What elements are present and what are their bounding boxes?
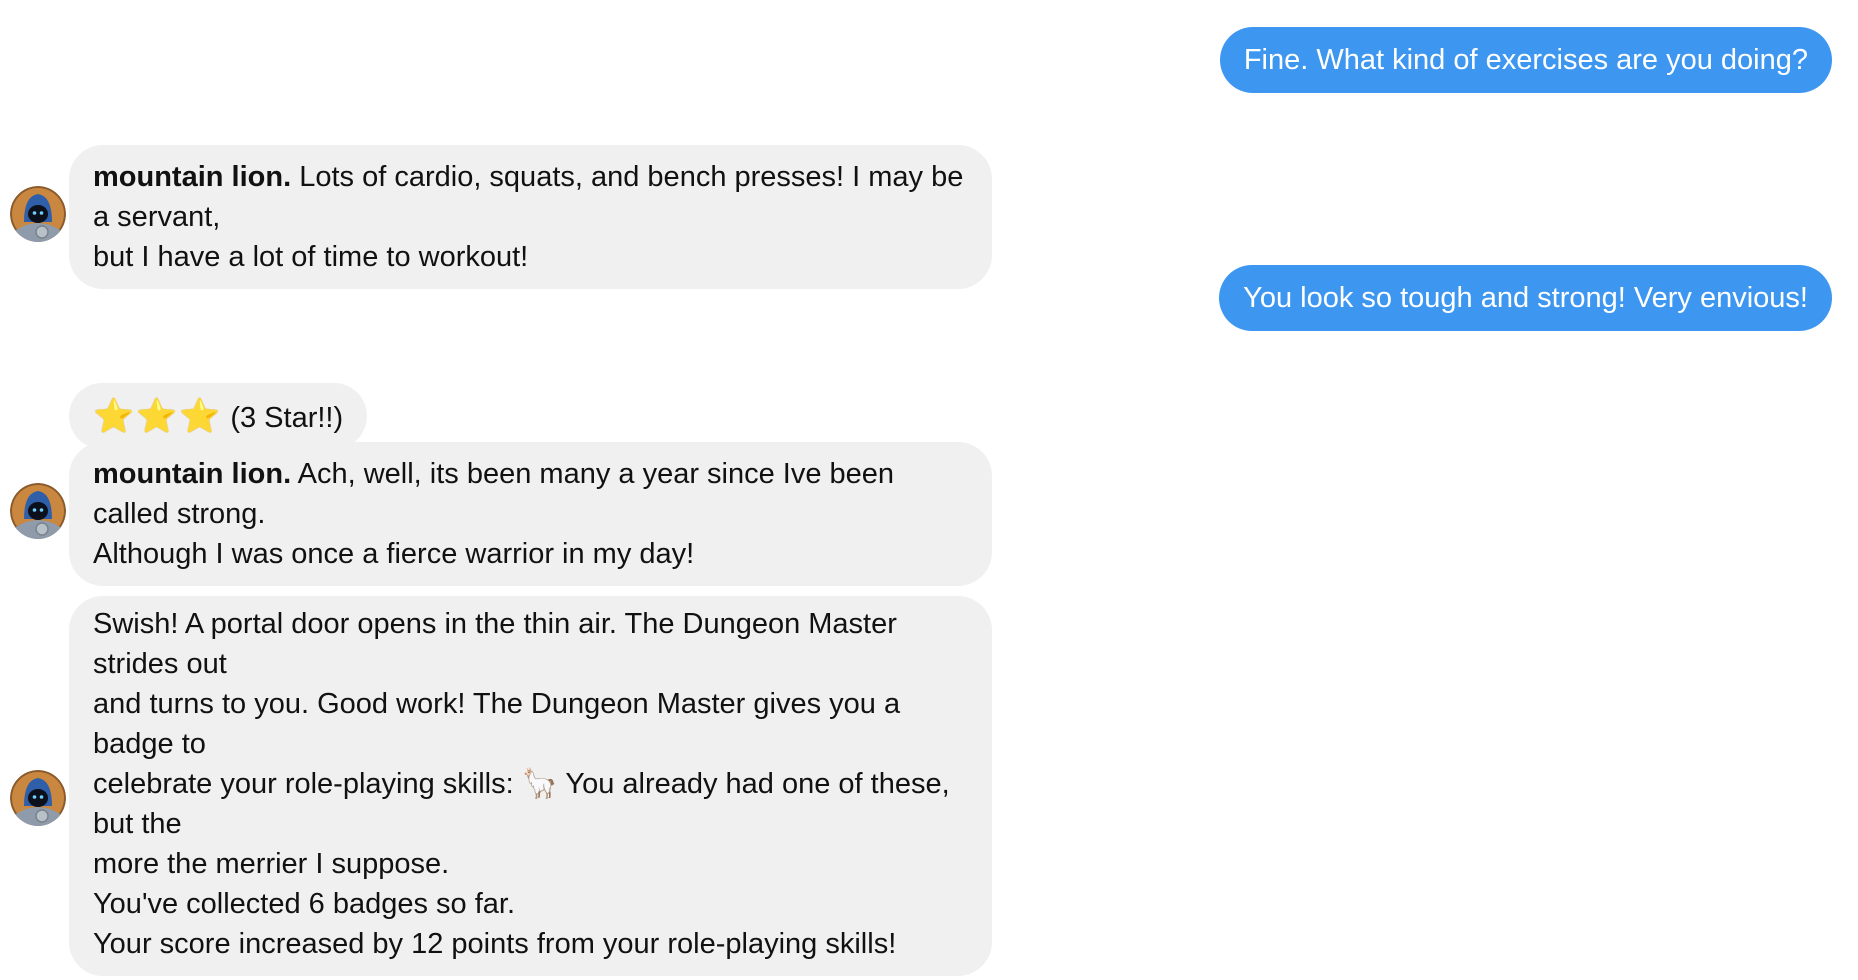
bot-message-line: but I have a lot of time to workout! [93, 241, 529, 273]
narration-line: more the merrier I suppose. [93, 848, 450, 880]
bot-avatar-icon [10, 186, 66, 242]
bot-message-line: mountain lion. Ach, well, its been many … [93, 454, 968, 534]
rating-badge: ⭐⭐⭐ (3 Star!!) [69, 383, 368, 449]
bot-avatar-icon [10, 483, 66, 539]
user-message: You look so tough and strong! Very envio… [1219, 265, 1832, 331]
star-icon: ⭐⭐⭐ [93, 397, 223, 434]
bot-message-line: Although I was once a fierce warrior in … [93, 538, 695, 570]
narration-line: Swish! A portal door opens in the thin a… [93, 608, 897, 680]
narration-line: celebrate your role-playing skills: 🦙 Yo… [93, 768, 950, 840]
score-line: Your score increased by 12 points from y… [93, 928, 897, 960]
user-message-text: Fine. What kind of exercises are you doi… [1243, 44, 1808, 76]
bot-avatar-icon [10, 770, 66, 826]
speaker-name: mountain lion. [93, 458, 292, 490]
speaker-name: mountain lion. [93, 161, 292, 193]
user-message-text: You look so tough and strong! Very envio… [1243, 282, 1808, 314]
badge-count-line: You've collected 6 badges so far. [93, 888, 516, 920]
bot-message: mountain lion. Lots of cardio, squats, a… [69, 145, 992, 289]
user-message: Fine. What kind of exercises are you doi… [1219, 27, 1832, 93]
bot-message-line: mountain lion. Lots of cardio, squats, a… [93, 157, 968, 237]
bot-message: mountain lion. Ach, well, its been many … [69, 442, 992, 586]
rating-label: (3 Star!!) [230, 402, 344, 434]
bot-narration-message: Swish! A portal door opens in the thin a… [69, 596, 992, 976]
narration-line: and turns to you. Good work! The Dungeon… [93, 688, 901, 760]
